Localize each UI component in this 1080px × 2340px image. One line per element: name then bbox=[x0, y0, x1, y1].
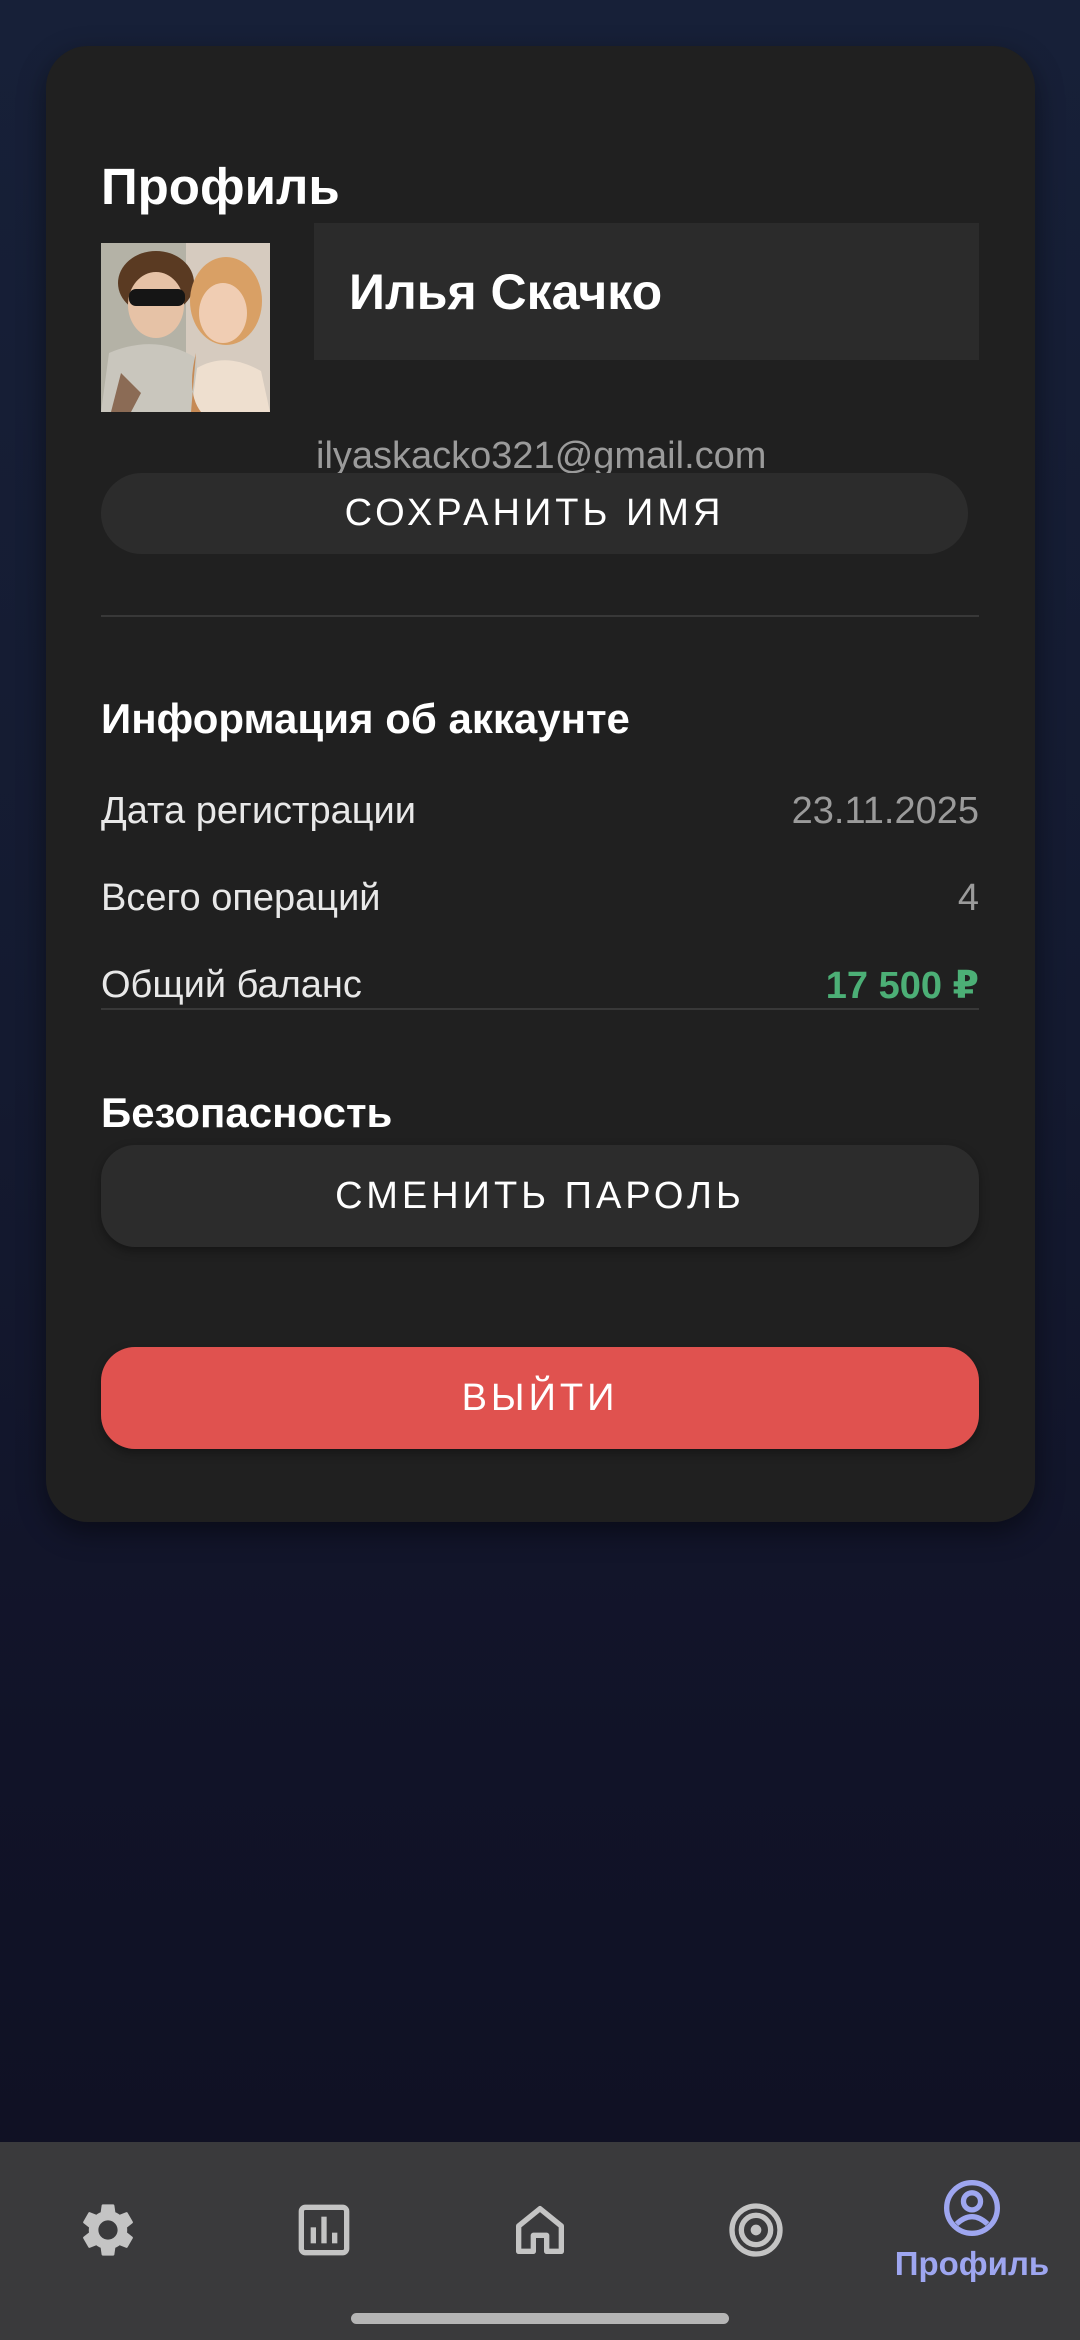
gesture-bar[interactable] bbox=[351, 2313, 729, 2324]
security-title: Безопасность bbox=[101, 1089, 393, 1136]
name-input[interactable] bbox=[349, 262, 979, 321]
page-title: Профиль bbox=[101, 158, 340, 215]
info-label: Всего операций bbox=[101, 876, 381, 919]
chart-icon bbox=[298, 2204, 350, 2255]
info-label: Дата регистрации bbox=[101, 789, 416, 832]
info-row-registration: Дата регистрации 23.11.2025 bbox=[101, 786, 979, 836]
logout-button[interactable]: ВЫЙТИ bbox=[101, 1347, 979, 1449]
divider bbox=[101, 1008, 979, 1010]
name-field[interactable] bbox=[314, 223, 979, 360]
nav-item-goals[interactable] bbox=[648, 2142, 864, 2317]
profile-icon bbox=[944, 2179, 1000, 2236]
info-value: 23.11.2025 bbox=[791, 789, 979, 832]
bottom-nav: Профиль bbox=[0, 2142, 1080, 2340]
divider bbox=[101, 615, 979, 617]
profile-card: Профиль ilyaskacko321@gmail.com СОХРАНИТ… bbox=[46, 46, 1035, 1522]
nav-item-home[interactable] bbox=[432, 2142, 648, 2317]
save-name-button[interactable]: СОХРАНИТЬ ИМЯ bbox=[101, 473, 968, 554]
balance-value: 17 500 ₽ bbox=[825, 964, 979, 1007]
gear-icon bbox=[83, 2203, 133, 2256]
target-icon bbox=[729, 2202, 783, 2257]
info-row-balance: Общий баланс 17 500 ₽ bbox=[101, 960, 979, 1010]
home-icon bbox=[516, 2205, 564, 2254]
info-row-operations: Всего операций 4 bbox=[101, 873, 979, 923]
info-label: Общий баланс bbox=[101, 963, 362, 1006]
info-value: 4 bbox=[957, 876, 979, 919]
avatar-photo bbox=[101, 243, 270, 412]
nav-item-stats[interactable] bbox=[216, 2142, 432, 2317]
nav-label-profile: Профиль bbox=[894, 2244, 1050, 2282]
nav-item-profile[interactable]: Профиль bbox=[864, 2142, 1080, 2317]
account-info-title: Информация об аккаунте bbox=[101, 695, 630, 742]
nav-item-settings[interactable] bbox=[0, 2142, 216, 2317]
avatar[interactable] bbox=[101, 243, 270, 412]
change-password-button[interactable]: СМЕНИТЬ ПАРОЛЬ bbox=[101, 1145, 979, 1247]
